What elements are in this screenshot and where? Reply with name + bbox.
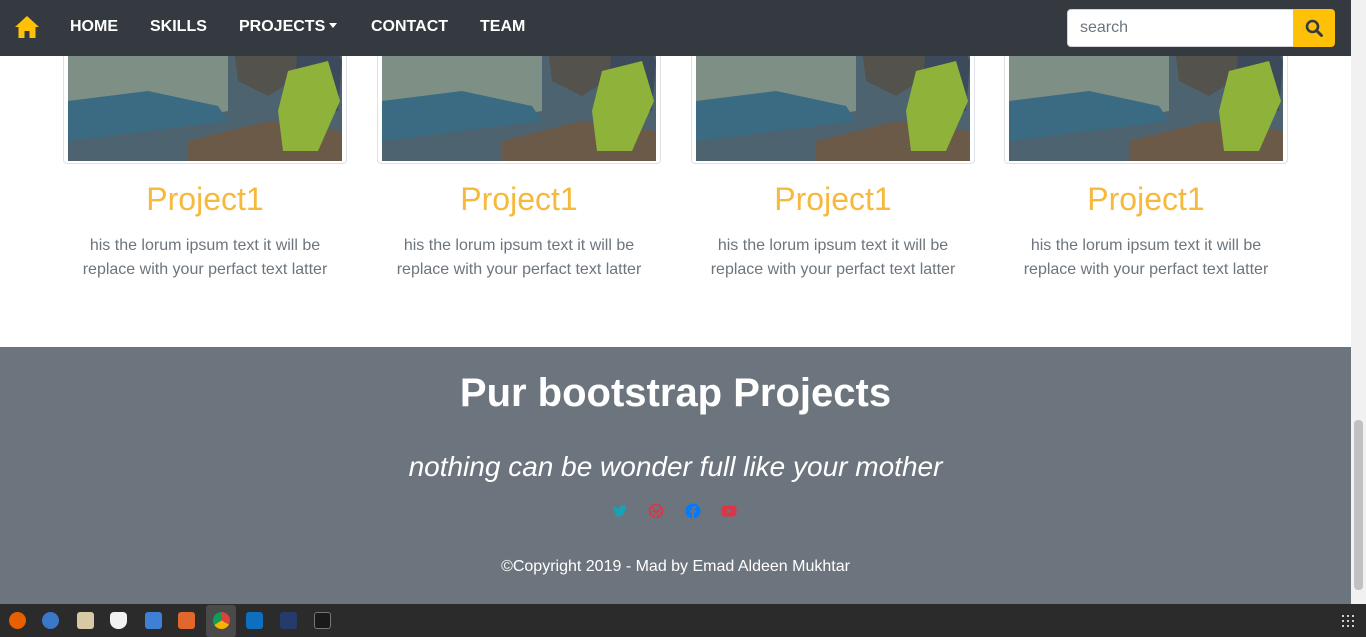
project-title: Project1: [460, 181, 578, 217]
thunderbird-icon[interactable]: [42, 612, 59, 629]
writer-icon[interactable]: [145, 612, 162, 629]
nav-contact-link[interactable]: CONTACT: [371, 18, 448, 36]
project-description: his the lorum ipsum text it will be repl…: [1023, 237, 1269, 278]
project-description: his the lorum ipsum text it will be repl…: [396, 237, 642, 278]
files-icon[interactable]: [77, 612, 94, 629]
dribbble-icon[interactable]: [648, 503, 664, 519]
nav-projects-dropdown[interactable]: PROJECTS: [239, 18, 338, 36]
terminal-icon[interactable]: [314, 612, 331, 629]
page-scrollbar[interactable]: [1351, 0, 1366, 604]
home-icon[interactable]: [14, 15, 40, 39]
search-icon: [1305, 19, 1323, 37]
project-title: Project1: [1087, 181, 1205, 217]
chrome-icon[interactable]: [213, 612, 230, 629]
project-title: Project1: [146, 181, 264, 217]
search-input[interactable]: [1067, 9, 1295, 47]
app-grid-icon[interactable]: [1342, 615, 1354, 627]
taskbar: [0, 604, 1366, 637]
copyright-text: ©Copyright 2019 - Mad by Emad Aldeen Muk…: [501, 558, 850, 575]
search-button[interactable]: [1293, 9, 1335, 47]
navbar: HOME SKILLS PROJECTS CONTACT TEAM: [0, 0, 1351, 56]
footer: Pur bootstrap Projects nothing can be wo…: [0, 347, 1351, 604]
libreoffice-icon[interactable]: [110, 612, 127, 629]
scrollbar-thumb[interactable]: [1354, 420, 1363, 590]
twitter-icon[interactable]: [612, 503, 628, 519]
facebook-icon[interactable]: [685, 503, 701, 519]
network-icon[interactable]: [280, 612, 297, 629]
firefox-icon[interactable]: [9, 612, 26, 629]
nav-home-link[interactable]: HOME: [70, 18, 118, 36]
software-center-icon[interactable]: [178, 612, 195, 629]
nav-skills-link[interactable]: SKILLS: [150, 18, 207, 36]
vscode-icon[interactable]: [246, 612, 263, 629]
footer-quote: nothing can be wonder full like your mot…: [408, 451, 943, 482]
nav-projects-label: PROJECTS: [239, 18, 326, 35]
project-description: his the lorum ipsum text it will be repl…: [82, 237, 328, 278]
footer-title: Pur bootstrap Projects: [459, 371, 892, 415]
youtube-icon[interactable]: [721, 503, 737, 519]
caret-down-icon: [329, 23, 338, 28]
project-description: his the lorum ipsum text it will be repl…: [710, 237, 956, 278]
project-title: Project1: [774, 181, 892, 217]
nav-team-link[interactable]: TEAM: [480, 18, 525, 36]
browser-viewport: Project1 his the lorum ipsum text it wil…: [0, 0, 1351, 604]
